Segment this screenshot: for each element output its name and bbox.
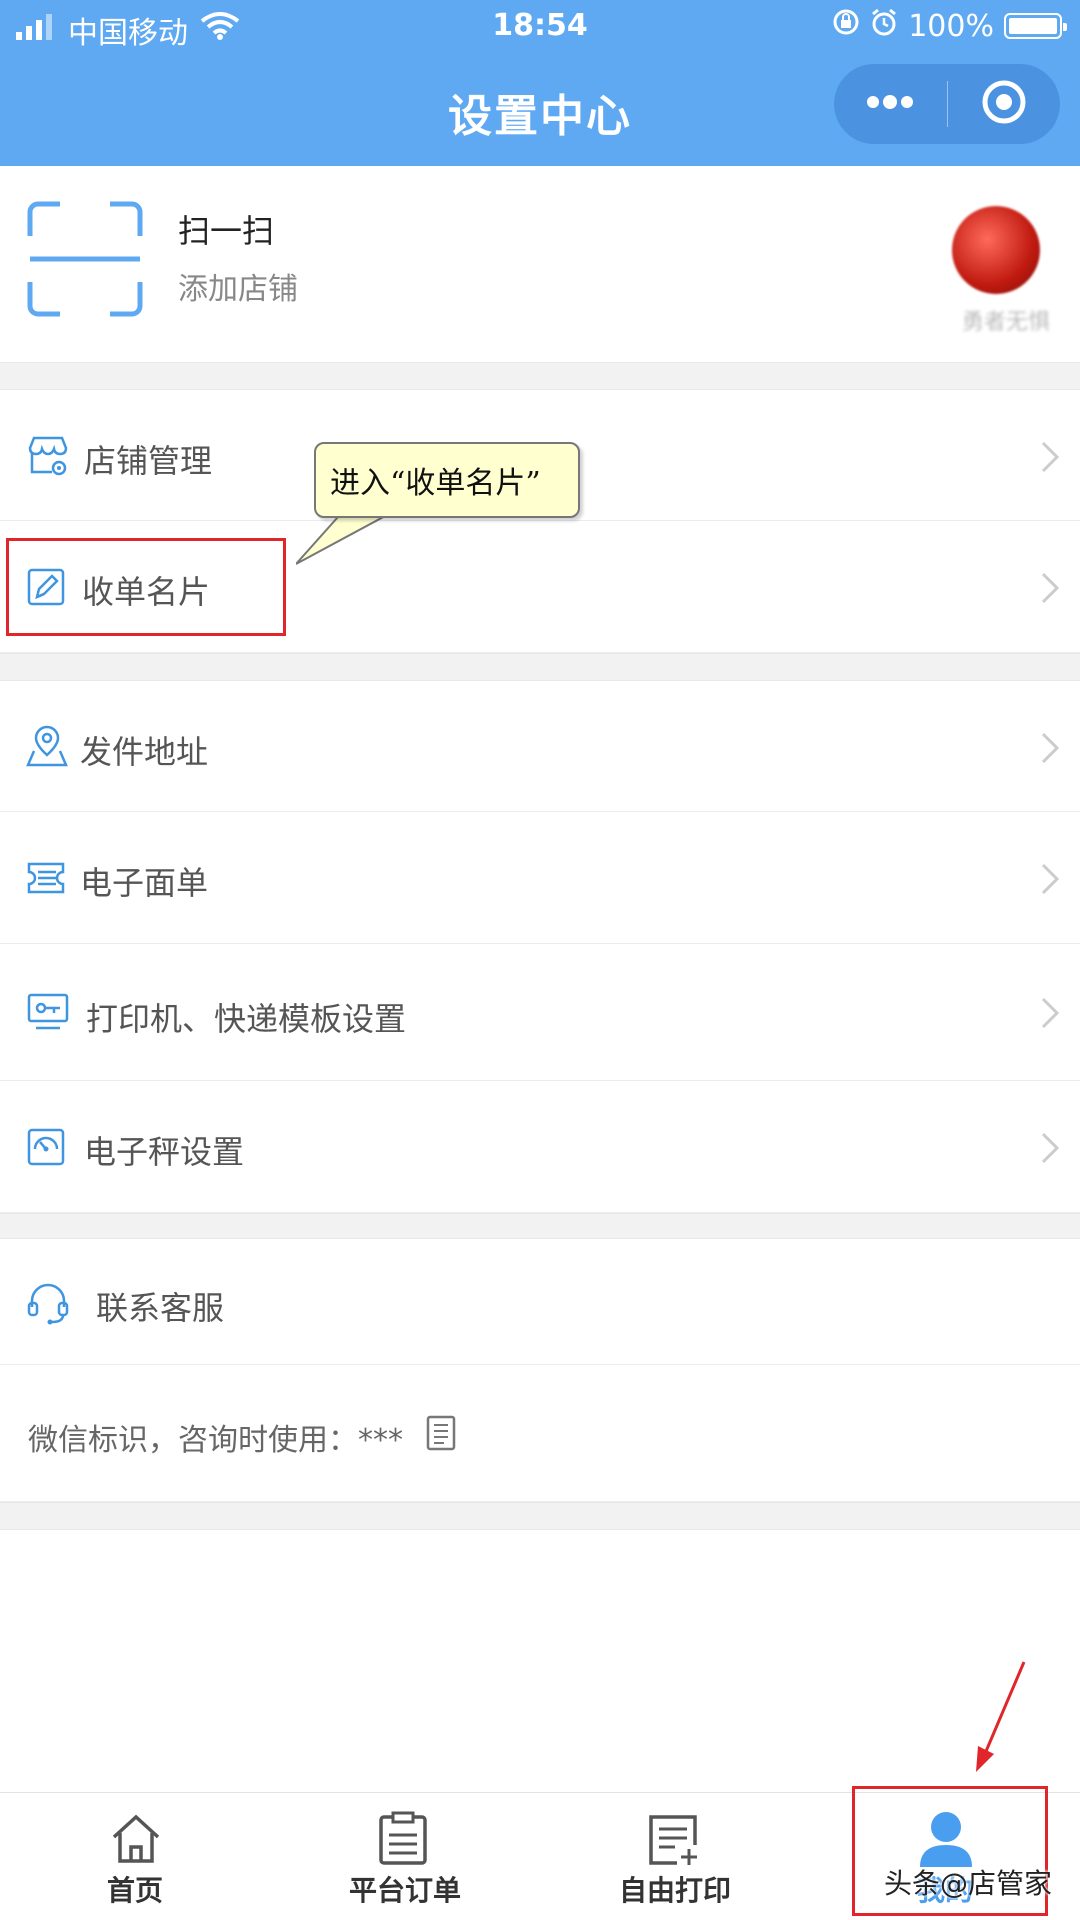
menu-label: 打印机、快递模板设置: [86, 1000, 407, 1038]
menu-item-e-waybill[interactable]: 电子面单: [0, 812, 1080, 944]
alarm-icon: [870, 8, 898, 44]
section-divider: [0, 653, 1080, 681]
chevron-right-icon: [1040, 862, 1060, 900]
battery-icon: [1004, 13, 1067, 39]
tab-label: 首页: [106, 1874, 163, 1907]
chevron-right-icon: [1040, 996, 1060, 1034]
tab-platform-orders[interactable]: 平台订单: [270, 1793, 540, 1920]
rotation-lock-icon: [832, 8, 860, 44]
chevron-right-icon: [1040, 731, 1060, 769]
chevron-right-icon: [1040, 440, 1060, 478]
headset-icon: [26, 1281, 70, 1329]
wechat-id-row: 微信标识，咨询时使用：***: [0, 1365, 1080, 1502]
menu-item-scale-settings[interactable]: 电子秤设置: [0, 1081, 1080, 1213]
clipboard-icon: [375, 1811, 431, 1871]
scan-subtitle: 添加店铺: [178, 272, 298, 307]
chevron-right-icon: [1040, 1131, 1060, 1169]
tab-home[interactable]: 首页: [0, 1793, 270, 1920]
nav-bar: 设置中心: [0, 52, 1080, 166]
wechat-id-text: 微信标识，咨询时使用：***: [28, 1423, 403, 1458]
menu-label: 店铺管理: [84, 442, 213, 480]
tab-label: 平台订单: [348, 1874, 461, 1907]
printer-monitor-icon: [26, 992, 70, 1036]
location-pin-icon: [26, 725, 68, 773]
menu-item-printer-template[interactable]: 打印机、快递模板设置: [0, 944, 1080, 1081]
section-divider: [0, 1213, 1080, 1239]
menu-label: 联系客服: [96, 1289, 225, 1327]
close-miniprogram-button[interactable]: [948, 64, 1061, 144]
status-bar: 中国移动 18:54 100%: [0, 0, 1080, 52]
watermark: 头条@店管家: [884, 1867, 1053, 1900]
scan-icon: [26, 200, 144, 322]
target-circle-icon: [981, 79, 1027, 129]
menu-item-sender-address[interactable]: 发件地址: [0, 681, 1080, 812]
highlight-box-order-card: [6, 538, 286, 636]
annotation-callout: 进入“收单名片”: [314, 442, 580, 518]
annotation-arrow: [976, 1661, 1026, 1772]
more-button[interactable]: [834, 64, 947, 144]
menu-label: 电子面单: [80, 864, 209, 902]
home-icon: [108, 1811, 164, 1871]
section-divider: [0, 362, 1080, 390]
chevron-right-icon: [1040, 571, 1060, 609]
battery-percent: 100%: [908, 8, 994, 44]
scan-title: 扫一扫: [178, 212, 275, 250]
more-dots-icon: [865, 94, 915, 114]
scale-gauge-icon: [26, 1127, 66, 1171]
avatar-name: 勇者无惧: [961, 310, 1050, 335]
tab-free-print[interactable]: 自由打印: [540, 1793, 810, 1920]
store-gear-icon: [26, 434, 70, 482]
menu-label: 发件地址: [80, 733, 209, 771]
menu-item-contact-support[interactable]: 联系客服: [0, 1239, 1080, 1365]
section-divider: [0, 1502, 1080, 1530]
menu-label: 电子秤设置: [84, 1133, 245, 1171]
miniprogram-capsule: [834, 64, 1060, 144]
ticket-icon: [26, 860, 66, 900]
avatar[interactable]: [952, 206, 1040, 294]
copy-document-icon[interactable]: [426, 1415, 456, 1455]
scan-add-store-row[interactable]: 扫一扫 添加店铺 勇者无惧: [0, 166, 1080, 362]
note-plus-icon: [645, 1811, 701, 1871]
tab-label: 自由打印: [618, 1874, 731, 1907]
